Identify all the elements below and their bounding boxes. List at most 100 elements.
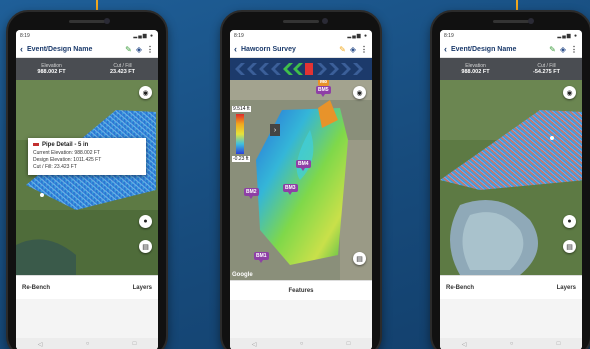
screen: 8:19 ▂▄▆ ● ‹ Hawcorn Survey ✎ ◈ ⋮ 9.514 …	[230, 30, 372, 349]
chat-button[interactable]: ▤	[353, 252, 366, 265]
system-nav-bar: ◁ ○ □	[230, 338, 372, 349]
features-button[interactable]: Features	[288, 288, 313, 294]
chat-icon: ▤	[142, 243, 149, 251]
nav-home-icon[interactable]: ○	[510, 341, 514, 347]
cutfill-value: -54.275 FT	[533, 69, 560, 75]
bottom-bar: Re-Bench Layers	[16, 275, 158, 299]
nav-home-icon[interactable]: ○	[300, 341, 304, 347]
page-title: Event/Design Name	[27, 45, 93, 53]
marker-bm3[interactable]: BM3	[283, 184, 298, 195]
nav-recent-icon[interactable]: □	[347, 341, 351, 347]
satellite-map	[440, 80, 582, 275]
speaker	[69, 20, 105, 23]
app-bar: ‹ Event/Design Name ✎ ◈ ⋮	[440, 41, 582, 58]
phone-right: 8:19 ▂▄▆ ● ‹ Event/Design Name ✎ ◈ ⋮ Ele…	[430, 10, 590, 349]
status-icons: ▂▄▆ ●	[133, 32, 154, 39]
marker-bm2[interactable]: BM2	[244, 188, 259, 199]
status-time: 8:19	[444, 32, 454, 39]
locate-button[interactable]: ◉	[139, 86, 152, 99]
chat-icon: ▤	[566, 243, 573, 251]
status-icons: ▂▄▆ ●	[347, 32, 368, 39]
locate-button[interactable]: ◉	[353, 86, 366, 99]
nav-recent-icon[interactable]: □	[133, 341, 137, 347]
back-arrow-icon[interactable]: ‹	[444, 44, 447, 54]
status-icons: ▂▄▆ ●	[557, 32, 578, 39]
status-time: 8:19	[20, 32, 30, 39]
nav-back-icon[interactable]: ◁	[38, 341, 43, 348]
guidance-lightbar	[230, 58, 372, 80]
screen: 8:19 ▂▄▆ ● ‹ Event/Design Name ✎ ◈ ⋮ Ele…	[440, 30, 582, 349]
layers-icon[interactable]: ◈	[560, 45, 566, 54]
cutfill-cell: Cut / Fill 23.423 FT	[87, 58, 158, 80]
chat-button[interactable]: ▤	[563, 240, 576, 253]
scale-min-label: -0.23 ft	[232, 156, 250, 162]
popup-cut-fill: Cut / Fill: 23.423 FT	[33, 164, 77, 170]
more-menu-icon[interactable]: ⋮	[570, 45, 578, 54]
heatmap-map	[230, 80, 372, 280]
google-logo: Google	[232, 272, 253, 278]
back-arrow-icon[interactable]: ‹	[234, 44, 237, 54]
bottom-bar: Re-Bench Layers	[440, 275, 582, 299]
elevation-cell: Elevation 988.002 FT	[440, 58, 511, 80]
record-icon: ●	[567, 218, 572, 225]
nav-back-icon[interactable]: ◁	[252, 341, 257, 348]
layers-icon[interactable]: ◈	[136, 45, 142, 54]
record-button[interactable]: ●	[139, 215, 152, 228]
map-view[interactable]: ◉ ● ▤ Pipe Detail - 5 in Current Elevati…	[16, 80, 158, 275]
pipe-color-swatch	[33, 142, 39, 146]
pencil-icon[interactable]: ✎	[339, 45, 346, 54]
more-menu-icon[interactable]: ⋮	[360, 45, 368, 54]
back-arrow-icon[interactable]: ‹	[20, 44, 23, 54]
elevation-info-row: Elevation 988.002 FT Cut / Fill -54.275 …	[440, 58, 582, 80]
status-bar: 8:19 ▂▄▆ ●	[16, 30, 158, 41]
lightbar-chevrons	[235, 63, 363, 75]
front-camera	[322, 18, 328, 24]
layers-button[interactable]: Layers	[557, 285, 576, 291]
screen: 8:19 ▂▄▆ ● ‹ Event/Design Name ✎ ◈ ⋮ Ele…	[16, 30, 158, 349]
speaker	[493, 20, 529, 23]
record-button[interactable]: ●	[563, 215, 576, 228]
marker-bm1[interactable]: BM1	[254, 252, 269, 263]
popup-current-elevation: Current Elevation: 988.002 FT	[33, 150, 100, 156]
chat-button[interactable]: ▤	[139, 240, 152, 253]
front-camera	[104, 18, 110, 24]
locate-icon: ◉	[142, 89, 149, 97]
layers-button[interactable]: Layers	[133, 285, 152, 291]
system-nav-bar: ◁ ○ □	[16, 338, 158, 349]
locate-icon: ◉	[566, 89, 573, 97]
marker-bm5[interactable]: BM5	[316, 86, 331, 97]
phone-center: 8:19 ▂▄▆ ● ‹ Hawcorn Survey ✎ ◈ ⋮ 9.514 …	[220, 10, 382, 349]
nav-home-icon[interactable]: ○	[86, 341, 90, 347]
status-bar: 8:19 ▂▄▆ ●	[440, 30, 582, 41]
marker-bm4[interactable]: BM4	[296, 160, 311, 171]
popup-design-elevation: Design Elevation: 1011.425 FT	[33, 157, 102, 163]
cutfill-value: 23.423 FT	[109, 69, 136, 75]
pencil-icon[interactable]: ✎	[125, 45, 132, 54]
legend-collapse-button[interactable]: ›	[270, 124, 280, 136]
pencil-icon[interactable]: ✎	[549, 45, 556, 54]
popup-title-row: Pipe Detail - 5 in	[33, 142, 141, 148]
nav-back-icon[interactable]: ◁	[462, 341, 467, 348]
layers-icon[interactable]: ◈	[350, 45, 356, 54]
system-nav-bar: ◁ ○ □	[440, 338, 582, 349]
locate-icon: ◉	[356, 89, 363, 97]
bottom-bar: Features	[230, 280, 372, 300]
map-view[interactable]: ◉ ● ▤	[440, 80, 582, 275]
more-menu-icon[interactable]: ⋮	[146, 45, 154, 54]
rebench-button[interactable]: Re-Bench	[22, 285, 50, 291]
popup-title: Pipe Detail - 5 in	[42, 142, 89, 148]
app-bar: ‹ Hawcorn Survey ✎ ◈ ⋮	[230, 41, 372, 58]
record-icon: ●	[143, 218, 148, 225]
status-time: 8:19	[234, 32, 244, 39]
scale-max-label: 9.514 ft	[232, 106, 251, 112]
locate-button[interactable]: ◉	[563, 86, 576, 99]
rebench-button[interactable]: Re-Bench	[446, 285, 474, 291]
front-camera	[528, 18, 534, 24]
cutfill-cell: Cut / Fill -54.275 FT	[511, 58, 582, 80]
nav-recent-icon[interactable]: □	[557, 341, 561, 347]
map-view[interactable]: 9.514 ft -0.23 ft › M8 BM5 BM4 BM3 BM2 B…	[230, 80, 372, 280]
chevron-right-icon: ›	[273, 126, 277, 134]
page-title: Hawcorn Survey	[241, 45, 296, 53]
speaker	[283, 20, 319, 23]
elevation-value: 988.002 FT	[461, 69, 490, 75]
